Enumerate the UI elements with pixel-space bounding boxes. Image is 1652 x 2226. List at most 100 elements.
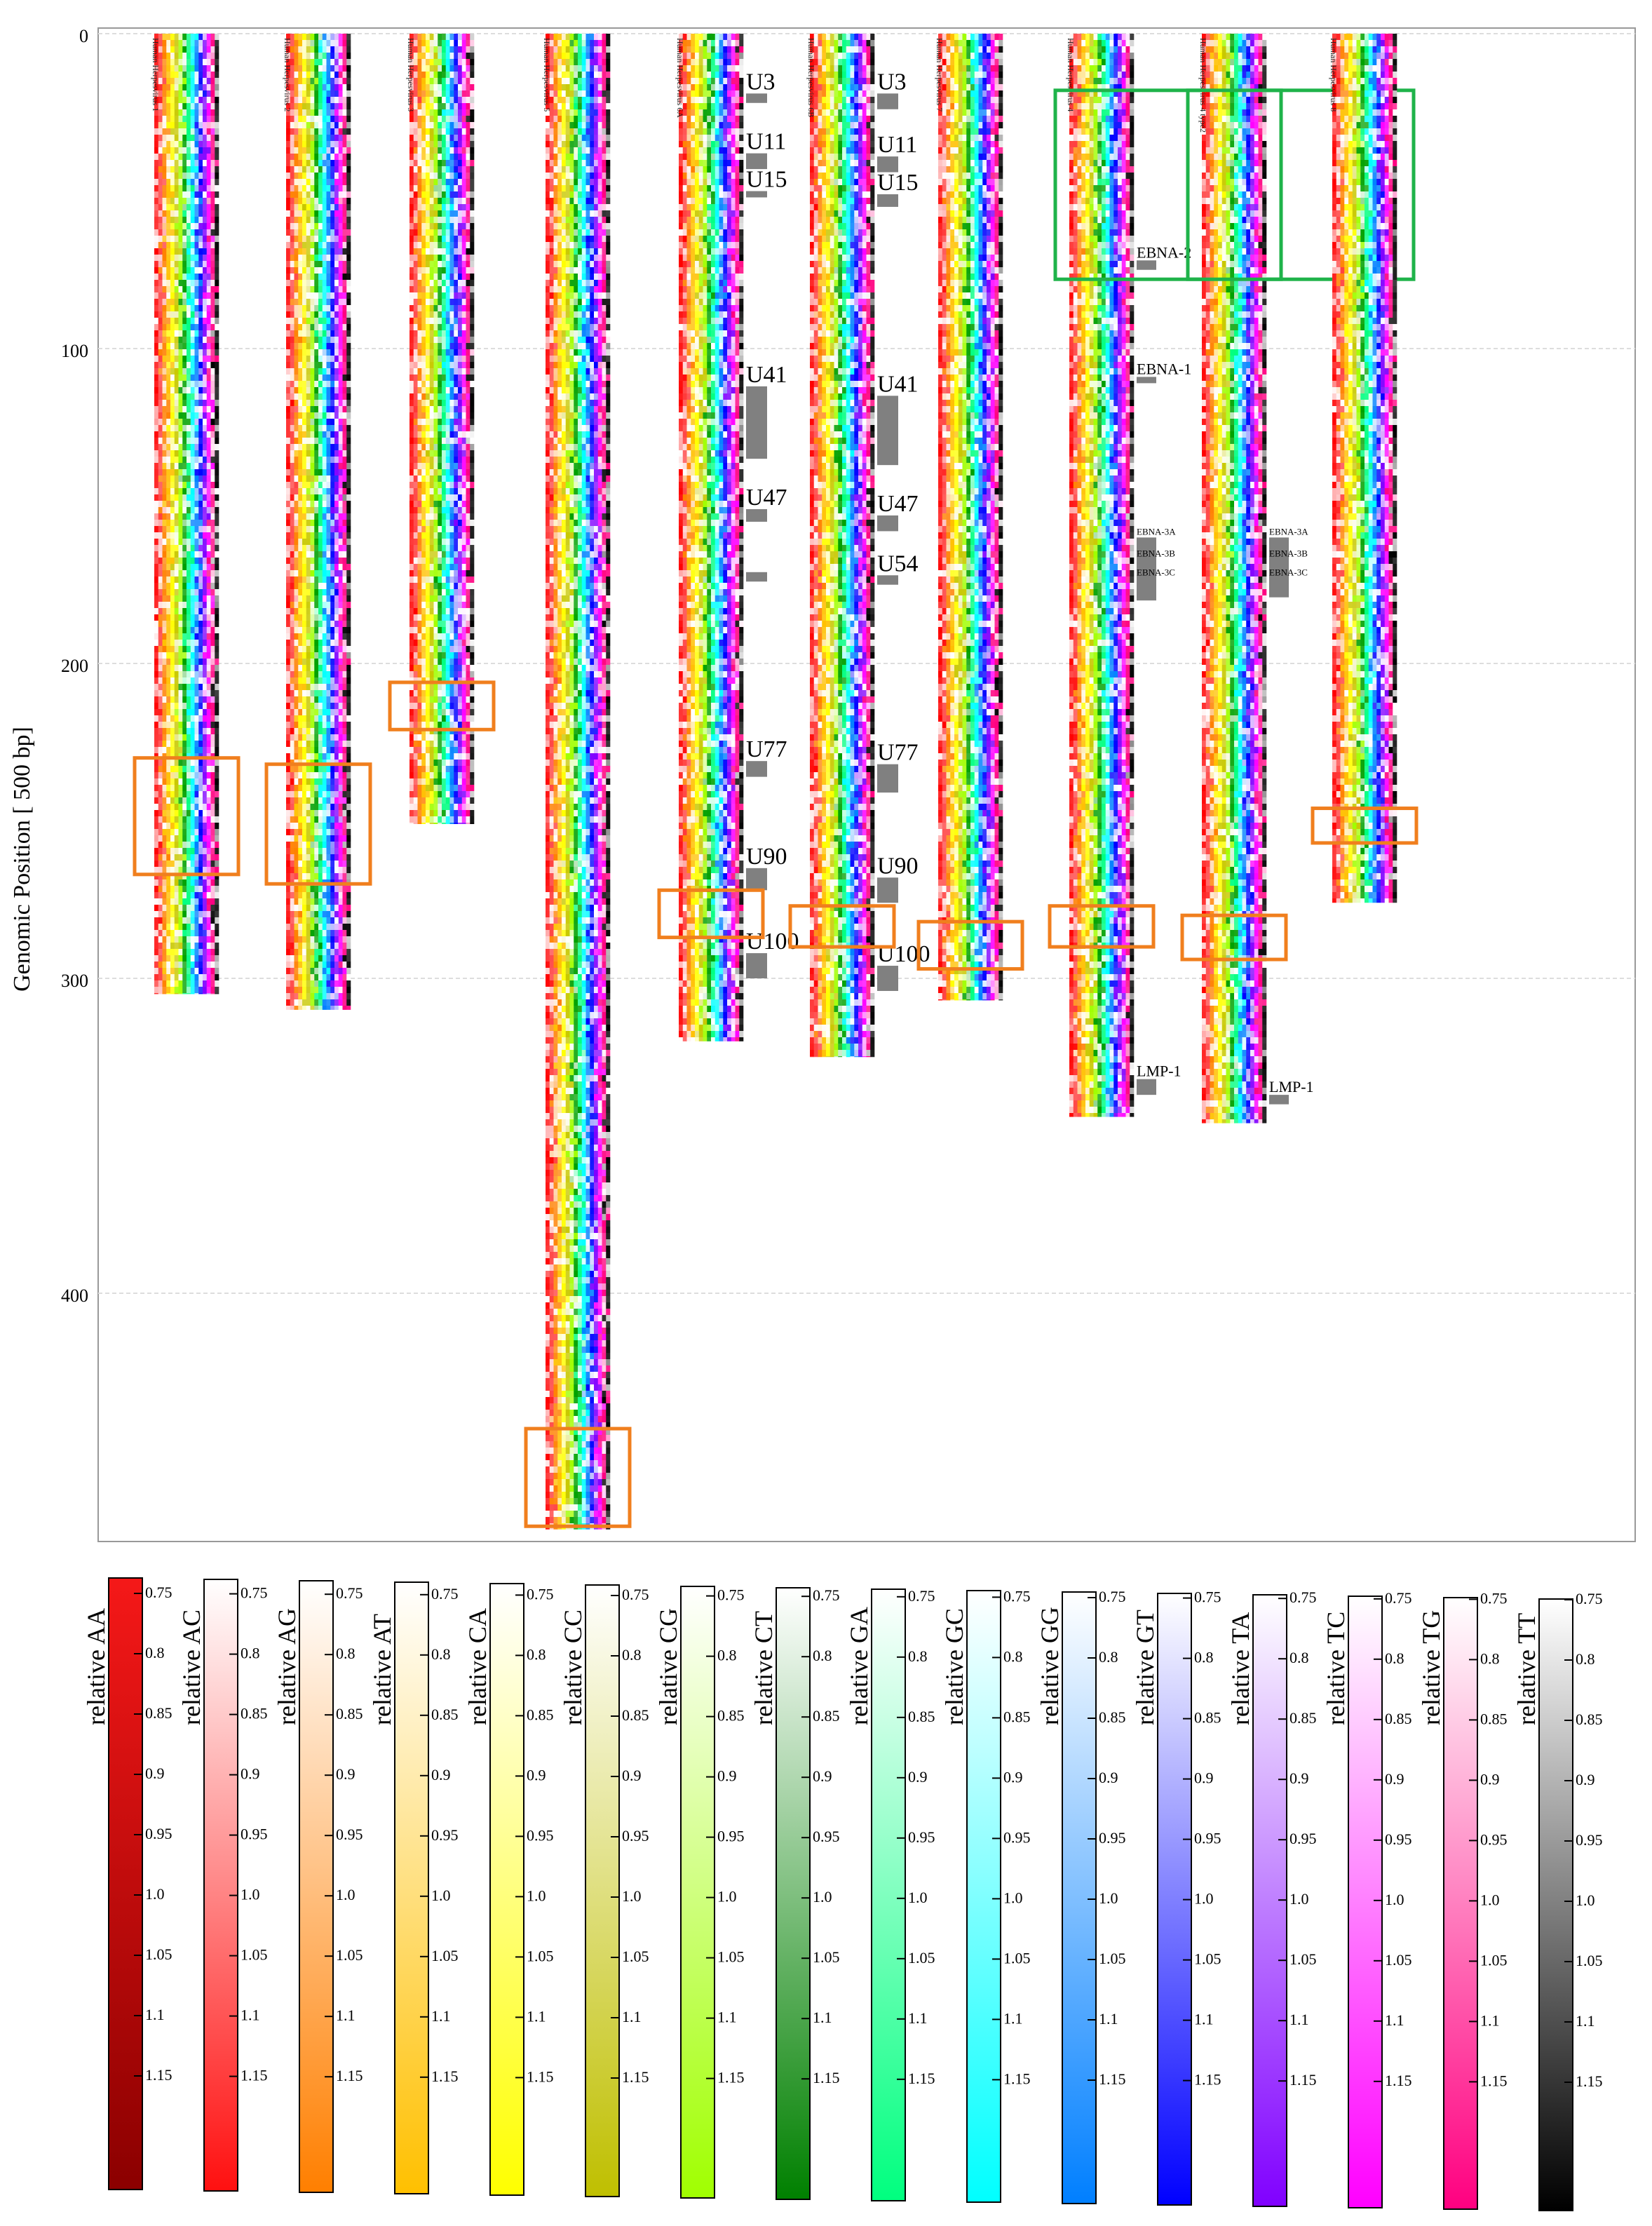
colorbar-tick-label: 0.9 bbox=[717, 1767, 737, 1785]
colorbar: relative CG 0.75 0.8 0.85 0.9 0.95 1.0 1.05 1.1 1… bbox=[654, 1586, 745, 2199]
colorbar-gradient bbox=[394, 1581, 429, 2194]
colorbar-tick-label: 0.95 bbox=[1576, 1831, 1603, 1849]
gene-bar bbox=[746, 93, 767, 103]
track-label: Human Herpesvirus 1 bbox=[151, 38, 161, 112]
track-heatmap bbox=[938, 34, 1003, 1001]
colorbar: relative GA 0.75 0.8 0.85 0.9 0.95 1.0 1.05 1.1 1… bbox=[845, 1587, 935, 2201]
colorbar-tick-label: 1.1 bbox=[1194, 2011, 1214, 2028]
gene-label: U54 bbox=[877, 551, 919, 576]
gene-label: U11 bbox=[877, 132, 917, 158]
colorbar-tick-label: 1.15 bbox=[1003, 2070, 1031, 2087]
colorbar-tick-label: 1.1 bbox=[1003, 2009, 1023, 2027]
colorbar-tick-label: 1.05 bbox=[336, 1946, 363, 1964]
colorbar-gradient bbox=[680, 1586, 715, 2199]
track-heatmap bbox=[154, 34, 219, 994]
colorbar: relative GC 0.75 0.8 0.85 0.9 0.95 1.0 1.05 1.1 1… bbox=[940, 1587, 1031, 2203]
gene-label: U3 bbox=[877, 69, 907, 95]
track-label: Human Herpesvirus 5 bbox=[542, 38, 552, 112]
colorbar-tick-label: 1.05 bbox=[813, 1948, 840, 1966]
colorbar-tick-label: 0.95 bbox=[1289, 1830, 1317, 1847]
colorbar-tick-label: 0.85 bbox=[1003, 1708, 1031, 1725]
colorbar-tick-label: 0.75 bbox=[1480, 1589, 1508, 1607]
colorbar-tick-label: 0.75 bbox=[1289, 1588, 1317, 1606]
colorbar-tick-label: 0.9 bbox=[431, 1766, 451, 1783]
colorbar-tick-label: 1.0 bbox=[1194, 1890, 1214, 1908]
track-label: Human Herpesvirus 6A bbox=[675, 38, 685, 118]
gene-bar bbox=[877, 966, 898, 991]
colorbar-tick-label: 0.8 bbox=[1003, 1647, 1023, 1665]
colorbar: relative TT 0.75 0.8 0.85 0.9 0.95 1.0 1.05 1.1 1… bbox=[1512, 1590, 1603, 2211]
colorbar-label: relative TT bbox=[1512, 1613, 1541, 1725]
colorbar-tick-label: 1.0 bbox=[1576, 1891, 1595, 1909]
colorbar-label: relative CT bbox=[750, 1611, 778, 1725]
colorbar-tick-label: 0.75 bbox=[813, 1586, 840, 1604]
colorbar-tick-label: 0.9 bbox=[1194, 1769, 1214, 1787]
track-label: Human Herpesvirus 6B bbox=[806, 38, 816, 117]
colorbar-tick-label: 1.15 bbox=[527, 2068, 554, 2085]
colorbar-tick-label: 0.95 bbox=[145, 1825, 172, 1842]
gene-label: U15 bbox=[877, 170, 919, 196]
colorbar: relative TC 0.75 0.8 0.85 0.9 0.95 1.0 1.05 1.1 1… bbox=[1322, 1589, 1412, 2208]
colorbar-tick-label: 1.05 bbox=[431, 1947, 459, 1964]
colorbar-tick-label: 0.85 bbox=[908, 1708, 935, 1725]
gene-bar bbox=[746, 508, 767, 522]
colorbar-tick-label: 1.15 bbox=[717, 2069, 745, 2086]
colorbar-tick-label: 0.85 bbox=[1480, 1710, 1508, 1727]
colorbar-tick-label: 1.1 bbox=[145, 2006, 165, 2023]
colorbar-gradient bbox=[1348, 1596, 1383, 2208]
genome-track: Human Herpesvirus 2 bbox=[264, 34, 372, 1010]
colorbar-tick-label: 1.15 bbox=[1099, 2070, 1126, 2088]
colorbar-gradient bbox=[299, 1580, 334, 2193]
colorbar-gradient bbox=[871, 1588, 906, 2201]
gene-label: EBNA-3B bbox=[1269, 548, 1308, 558]
colorbar-tick-label: 0.9 bbox=[1003, 1768, 1023, 1786]
colorbar-tick-label: 0.95 bbox=[1194, 1830, 1221, 1847]
colorbar-tick-label: 1.1 bbox=[1099, 2010, 1118, 2028]
colorbar-tick-label: 0.9 bbox=[1289, 1769, 1309, 1787]
colorbar-tick-label: 1.0 bbox=[813, 1888, 832, 1905]
track-label: Human Herpesvirus 3 bbox=[406, 38, 416, 112]
y-tick-label: 400 bbox=[61, 1286, 88, 1306]
colorbar-tick-label: 1.0 bbox=[431, 1887, 451, 1904]
colorbar-tick-label: 1.1 bbox=[241, 2006, 260, 2024]
colorbar-tick-label: 1.15 bbox=[622, 2068, 649, 2086]
y-tick-label: 200 bbox=[61, 656, 88, 676]
colorbar-gradient bbox=[776, 1587, 811, 2200]
colorbar-tick-label: 0.8 bbox=[813, 1647, 832, 1664]
gene-label: U11 bbox=[746, 129, 786, 155]
colorbar-tick-label: 0.9 bbox=[1099, 1769, 1118, 1786]
colorbar-tick-label: 1.05 bbox=[527, 1947, 554, 1964]
colorbar-tick-label: 0.95 bbox=[527, 1826, 554, 1844]
colorbar-tick-label: 0.8 bbox=[241, 1645, 260, 1662]
colorbar-tick-label: 0.75 bbox=[431, 1585, 459, 1603]
colorbar-tick-label: 1.05 bbox=[1099, 1950, 1126, 1967]
colorbar-label: relative CG bbox=[654, 1608, 682, 1725]
gene-label: EBNA-3A bbox=[1137, 526, 1176, 537]
colorbar-label: relative TG bbox=[1417, 1610, 1445, 1725]
colorbar-tick-label: 1.0 bbox=[336, 1886, 356, 1903]
colorbar-tick-label: 1.1 bbox=[1289, 2011, 1309, 2028]
gene-label: U47 bbox=[877, 491, 919, 517]
colorbar-tick-label: 1.1 bbox=[622, 2008, 642, 2025]
track-label: Human Herpesvirus 7 bbox=[935, 38, 945, 112]
gene-label: EBNA-3A bbox=[1269, 526, 1308, 537]
gene-bar bbox=[877, 515, 898, 532]
colorbar: relative CT 0.75 0.8 0.85 0.9 0.95 1.0 1.05 1.1 1… bbox=[750, 1586, 840, 2200]
colorbar-tick-label: 0.8 bbox=[431, 1645, 451, 1663]
colorbar-label: relative GC bbox=[940, 1608, 968, 1725]
colorbar-tick-label: 1.0 bbox=[717, 1888, 737, 1905]
colorbar: relative AC 0.75 0.8 0.85 0.9 0.95 1.0 1.05 1.1 1… bbox=[177, 1579, 268, 2192]
colorbar-tick-label: 0.8 bbox=[336, 1645, 356, 1662]
colorbar: relative AG 0.75 0.8 0.85 0.9 0.95 1.0 1.05 1.1 1… bbox=[273, 1580, 363, 2193]
colorbar-tick-label: 0.75 bbox=[1194, 1588, 1221, 1606]
track-heatmap bbox=[1332, 34, 1397, 903]
colorbar-gradient bbox=[1443, 1597, 1478, 2210]
gene-label: U77 bbox=[877, 740, 919, 766]
track-heatmap bbox=[1069, 34, 1135, 1117]
gene-label: U3 bbox=[746, 69, 776, 95]
genome-tracks: Human Herpesvirus 1 Human Herpesvirus 2 Hu… bbox=[133, 34, 1419, 1530]
colorbar-tick-label: 0.9 bbox=[336, 1765, 356, 1783]
genome-track: Human Herpesvirus 5 bbox=[524, 34, 632, 1530]
colorbar-gradient bbox=[1538, 1598, 1573, 2211]
gene-bar bbox=[877, 575, 898, 585]
